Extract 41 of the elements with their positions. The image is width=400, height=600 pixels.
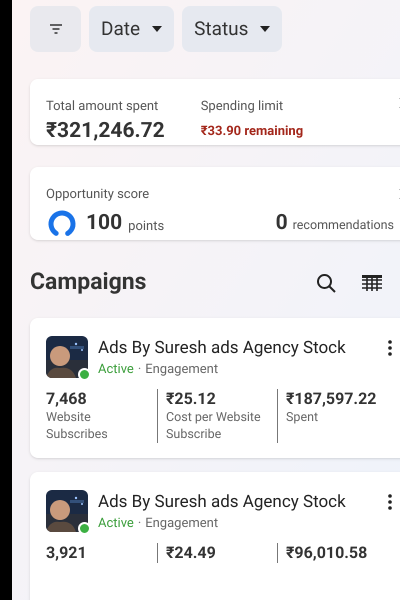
total-value: ₹321,246.72 — [46, 118, 165, 144]
metric-value: ₹187,597.22 — [286, 389, 378, 409]
metric-label: Cost per Website Subscribe — [166, 409, 262, 443]
campaign-card[interactable]: Ads By Suresh ads Agency Stock Active · Engagement 7,468 Website Subscribes ₹25.12 Cost per Website Subscribe ₹187,597.22 Spent — [30, 318, 400, 458]
recommendations-count: 0 — [276, 210, 288, 237]
campaign-card[interactable]: Ads By Suresh ads Agency Stock Active · Engagement 3,921 ₹24.49 ₹96,010.58 — [30, 472, 400, 600]
total-label: Total amount spent — [46, 98, 160, 116]
score-unit: points — [128, 218, 164, 236]
campaign-objective: Engagement — [145, 514, 218, 532]
metric-label: Website Subscribes — [46, 409, 109, 443]
caret-icon — [260, 26, 270, 32]
filter-icon — [50, 24, 62, 34]
campaign-name[interactable]: Ads By Suresh ads Agency Stock — [98, 336, 378, 360]
campaign-status: Active — [98, 514, 134, 532]
limit-value: ₹33.90 remaining — [200, 122, 304, 140]
caret-icon — [152, 26, 162, 32]
metric-value: ₹24.49 — [166, 543, 217, 563]
separator-dot: · — [138, 360, 142, 378]
metric-value: ₹96,010.58 — [286, 543, 368, 563]
search-icon[interactable] — [316, 272, 336, 292]
more-icon[interactable] — [388, 494, 392, 510]
recommendations-label: recommendations — [292, 217, 394, 236]
opportunity-card[interactable]: Opportunity score 100 points 0 recommendations — [30, 166, 400, 240]
metric-label: Spent — [286, 409, 320, 426]
opportunity-label: Opportunity score — [46, 186, 150, 204]
spend-card[interactable]: Total amount spent ₹321,246.72 Spending limit ₹33.90 remaining — [30, 79, 400, 144]
metric-value: ₹25.12 — [166, 389, 217, 409]
campaign-objective: Engagement — [145, 360, 218, 378]
campaign-status: Active — [98, 360, 134, 378]
limit-label: Spending limit — [200, 98, 284, 116]
table-icon[interactable] — [362, 274, 382, 290]
filter-dropdown[interactable]: Status — [182, 6, 282, 52]
score-value: 100 — [86, 210, 122, 237]
separator-dot: · — [138, 514, 142, 532]
metric-value: 3,921 — [46, 543, 88, 563]
score-gauge-icon — [46, 208, 78, 239]
metric-value: 7,468 — [46, 389, 88, 409]
more-icon[interactable] — [388, 340, 392, 356]
campaign-name[interactable]: Ads By Suresh ads Agency Stock — [98, 490, 378, 514]
filter-dropdown[interactable]: Date — [89, 6, 174, 52]
section-title: Campaigns — [30, 267, 146, 298]
